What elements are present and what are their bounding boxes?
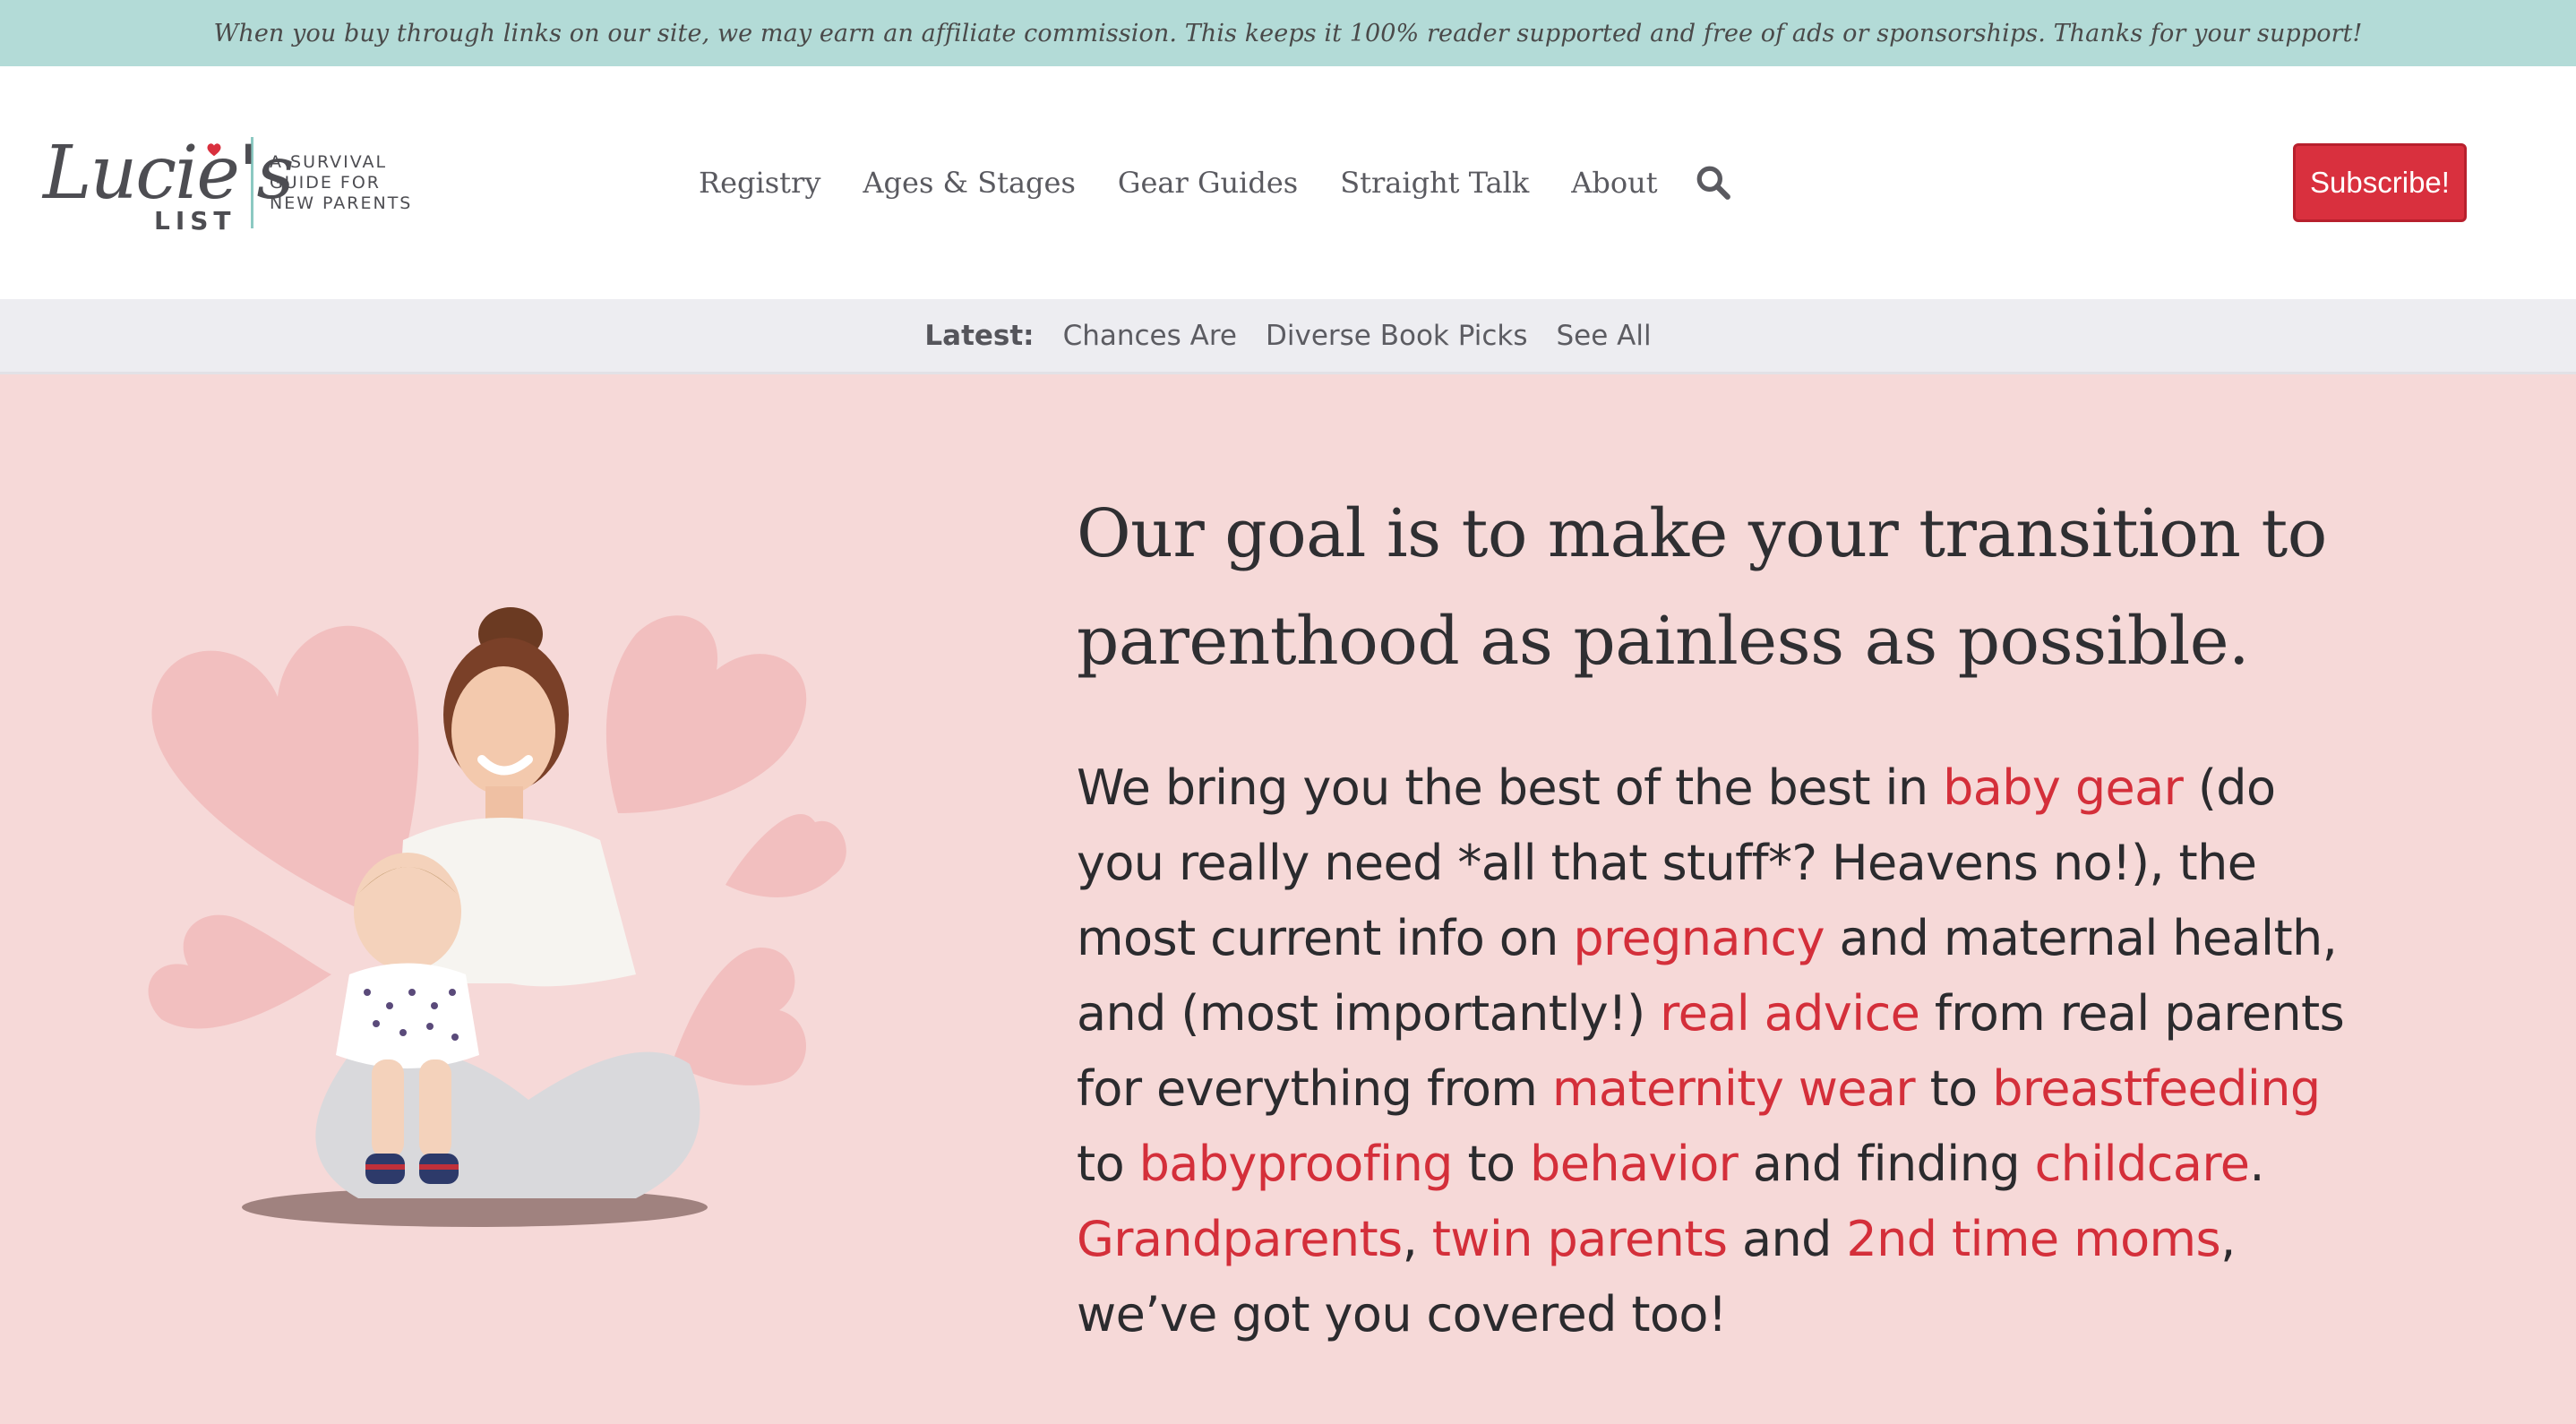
link-pregnancy[interactable]: pregnancy [1573,910,1825,966]
latest-link-diverse-book-picks[interactable]: Diverse Book Picks [1266,320,1528,352]
affiliate-notice: When you buy through links on our site, … [213,19,2363,47]
link-babyproofing[interactable]: babyproofing [1139,1136,1454,1192]
logo-mark: Lucie's LIST [43,129,295,236]
logo-wordmark: LIST [154,206,236,236]
site-header: Lucie's LIST A SURVIVAL GUIDE FOR NEW PA… [0,66,2576,299]
body-text: . [2249,1136,2264,1192]
body-text: to [1915,1060,1993,1117]
latest-label: Latest: [924,319,1035,352]
link-2nd-time-moms[interactable]: 2nd time moms [1846,1211,2220,1267]
subscribe-button[interactable]: Subscribe! [2293,143,2467,222]
link-breastfeeding[interactable]: breastfeeding [1992,1060,2321,1117]
hero-body: We bring you the best of the best in bab… [1077,751,2348,1352]
link-grandparents[interactable]: Grandparents [1077,1211,1403,1267]
body-text: and finding [1738,1136,2035,1192]
hero-heading: Our goal is to make your transition to p… [1077,495,2327,680]
latest-link-see-all[interactable]: See All [1557,320,1652,352]
body-text: to [1077,1136,1139,1192]
link-real-advice[interactable]: real advice [1660,985,1920,1042]
body-text: We bring you the best of the best in [1077,759,1944,816]
logo-script: Lucie's [43,131,295,216]
main-nav: Registry Ages & Stages Gear Guides Strai… [699,66,1732,299]
nav-item-ages-stages[interactable]: Ages & Stages [863,166,1075,200]
link-behavior[interactable]: behavior [1530,1136,1739,1192]
search-icon[interactable] [1695,164,1732,202]
hero-image [148,607,846,1227]
link-maternity-wear[interactable]: maternity wear [1552,1060,1916,1117]
latest-bar: Latest: Chances Are Diverse Book Picks S… [0,299,2576,374]
nav-item-straight-talk[interactable]: Straight Talk [1340,166,1529,200]
body-text: to [1452,1136,1531,1192]
hero-section: Our goal is to make your transition to p… [0,374,2576,1424]
site-logo[interactable]: Lucie's LIST A SURVIVAL GUIDE FOR NEW PA… [43,129,437,236]
latest-link-chances-are[interactable]: Chances Are [1063,320,1237,352]
hero-text: Our goal is to make your transition to p… [1077,480,2348,1352]
nav-item-about[interactable]: About [1571,166,1657,200]
body-text: , [1402,1211,1432,1267]
body-text: and [1727,1211,1847,1267]
link-baby-gear[interactable]: baby gear [1943,759,2184,816]
link-twin-parents[interactable]: twin parents [1432,1211,1728,1267]
nav-item-gear-guides[interactable]: Gear Guides [1118,166,1298,200]
nav-item-registry[interactable]: Registry [699,166,820,200]
link-childcare[interactable]: childcare [2035,1136,2250,1192]
heart-icon [207,143,221,157]
affiliate-banner: When you buy through links on our site, … [0,0,2576,66]
